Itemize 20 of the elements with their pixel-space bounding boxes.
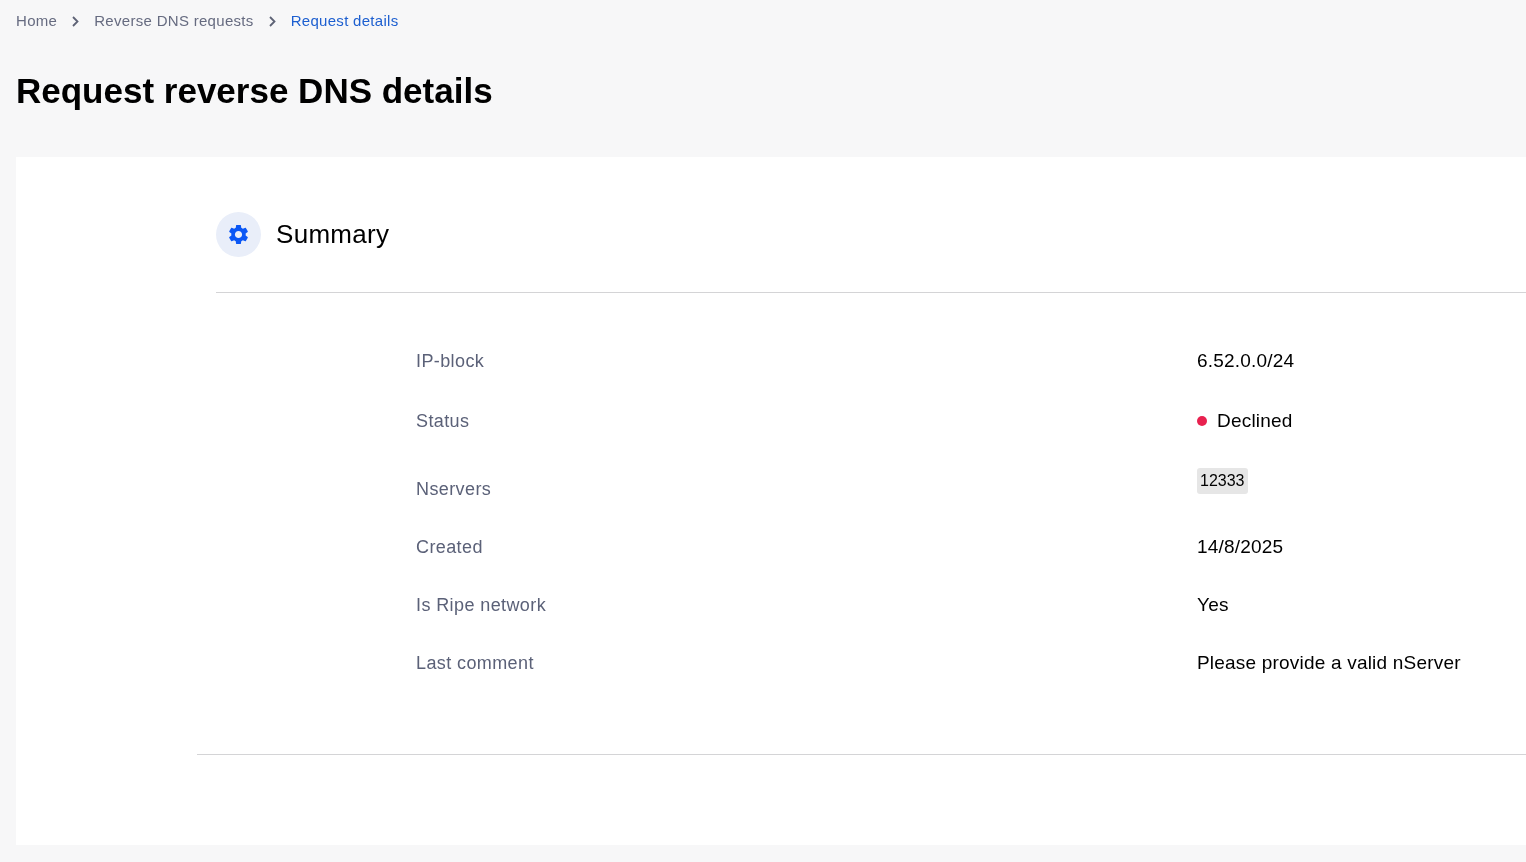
field-label: Nservers [416,477,493,501]
field-label: Last comment [416,651,535,675]
field-value: 6.52.0.0/24 [1197,348,1295,373]
breadcrumb-link[interactable]: Home [16,10,58,33]
status-text: Declined [1217,408,1293,433]
chevron-right-icon [268,16,276,27]
field-value: Please provide a valid nServer [1197,650,1461,675]
field-value: 14/8/2025 [1197,534,1284,559]
chevron-right-icon [72,16,80,27]
settings-icon [216,212,261,257]
section-title: Summary [276,218,390,251]
field-label: Created [416,535,484,559]
field-label: Is Ripe network [416,593,548,617]
breadcrumb-link[interactable]: Reverse DNS requests [94,10,254,33]
field-value: Yes [1197,592,1229,617]
page-title: Request reverse DNS details [16,70,493,112]
field-label: IP-block [416,349,486,373]
field-label: Status [416,409,471,433]
breadcrumb-current[interactable]: Request details [290,10,399,33]
nameserver-tag: 12333 [1197,468,1248,494]
